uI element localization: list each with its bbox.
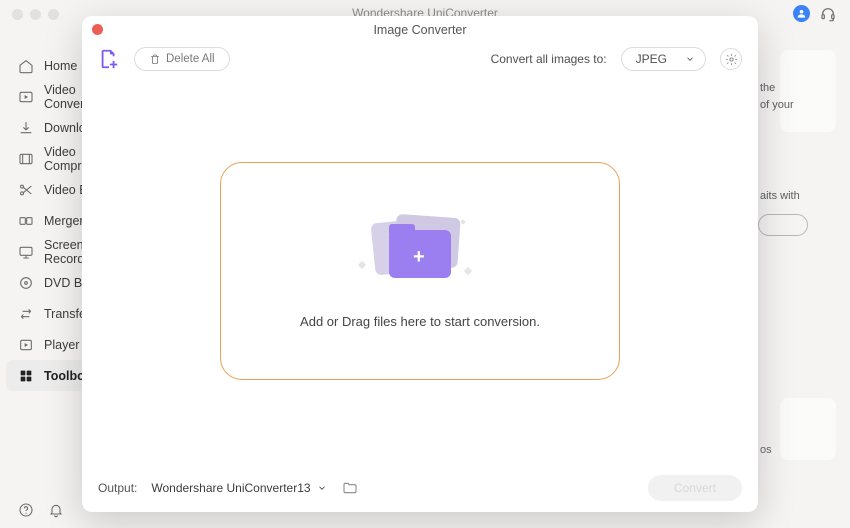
play-icon [18, 337, 34, 353]
minimize-dot-disabled [30, 9, 41, 20]
add-file-icon[interactable] [98, 48, 120, 70]
user-avatar-icon[interactable] [793, 5, 810, 22]
drop-instruction-text: Add or Drag files here to start conversi… [300, 314, 540, 329]
screen-recorder-icon [18, 244, 34, 260]
download-icon [18, 120, 34, 136]
top-right-controls [793, 5, 836, 22]
background-text: the of your [760, 80, 820, 113]
trash-icon [149, 53, 161, 65]
background-text: os [760, 444, 772, 456]
scissors-icon [18, 182, 34, 198]
convert-button: Convert [648, 475, 742, 501]
modal-bottom-bar: Output: Wondershare UniConverter13 Conve… [82, 462, 758, 512]
format-selected: JPEG [636, 52, 667, 66]
sidebar-bottom [18, 502, 64, 518]
merger-icon [18, 213, 34, 229]
background-card [780, 398, 836, 460]
delete-all-label: Delete All [166, 53, 215, 65]
plus-icon: + [413, 246, 425, 269]
convert-button-label: Convert [674, 481, 716, 495]
sidebar-item-label: Home [44, 59, 77, 73]
transfer-icon [18, 306, 34, 322]
gear-icon [725, 53, 738, 66]
bell-icon[interactable] [48, 502, 64, 518]
file-drop-zone[interactable]: + Add or Drag files here to start conver… [220, 162, 620, 380]
toolbox-icon [18, 368, 34, 384]
background-pill [758, 214, 808, 236]
open-folder-icon[interactable] [341, 480, 359, 496]
zoom-dot-disabled [48, 9, 59, 20]
home-icon [18, 58, 34, 74]
help-icon[interactable] [18, 502, 34, 518]
background-text-fragment: the [760, 80, 820, 97]
output-path-dropdown[interactable]: Wondershare UniConverter13 [147, 478, 330, 498]
close-icon[interactable] [92, 24, 103, 35]
output-label: Output: [98, 481, 137, 495]
chevron-down-icon [317, 483, 327, 493]
modal-title: Image Converter [82, 16, 758, 37]
chevron-down-icon [685, 54, 695, 64]
output-format-dropdown[interactable]: JPEG [621, 47, 706, 71]
convert-all-label: Convert all images to: [491, 52, 607, 66]
compress-icon [18, 151, 34, 167]
disc-icon [18, 275, 34, 291]
drop-illustration: + [365, 212, 475, 292]
support-headset-icon[interactable] [820, 6, 836, 22]
settings-button[interactable] [720, 48, 742, 70]
background-text: aits with [760, 190, 830, 202]
sidebar-item-label: Player [44, 338, 79, 352]
traffic-lights [12, 9, 59, 20]
output-path-value: Wondershare UniConverter13 [151, 481, 310, 495]
background-text-fragment: of your [760, 97, 820, 114]
sidebar-item-label: Merger [44, 214, 84, 228]
delete-all-button[interactable]: Delete All [134, 47, 230, 71]
image-converter-modal: Image Converter Delete All Convert all i… [82, 16, 758, 512]
drop-area-wrap: + Add or Drag files here to start conver… [82, 79, 758, 462]
video-converter-icon [18, 89, 34, 105]
modal-toolbar: Delete All Convert all images to: JPEG [82, 37, 758, 79]
close-dot-disabled [12, 9, 23, 20]
